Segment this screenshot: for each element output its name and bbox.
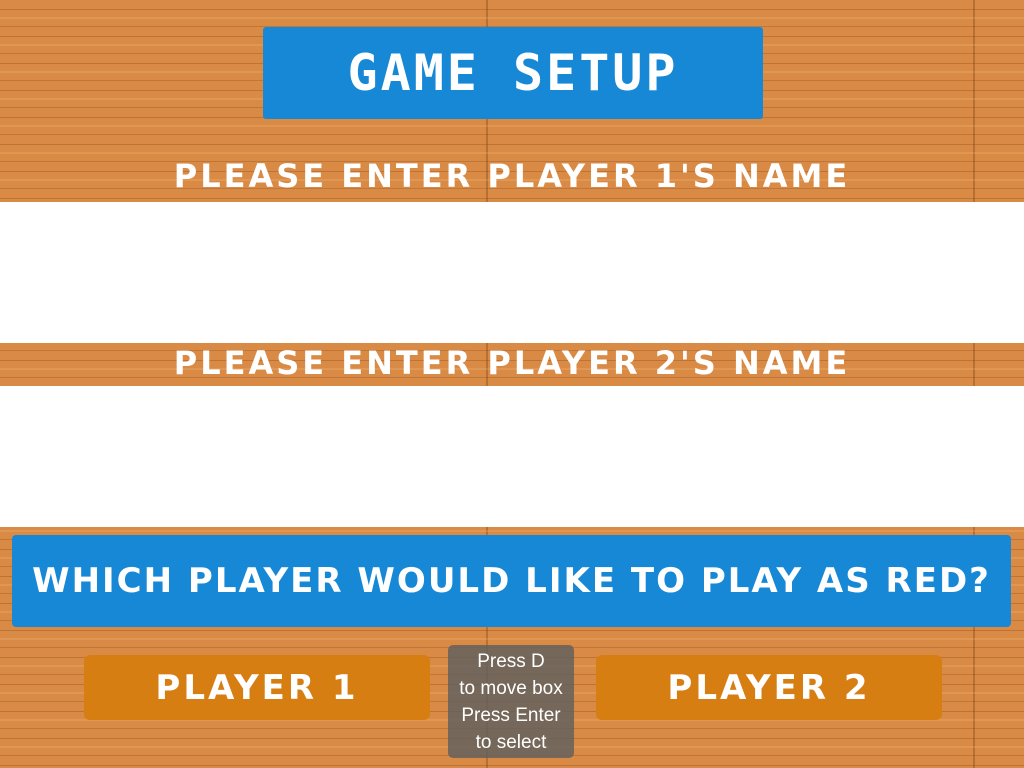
player2-button[interactable]: PLAYER 2 <box>596 655 942 720</box>
player1-button[interactable]: PLAYER 1 <box>84 655 430 720</box>
player2-name-input[interactable] <box>0 386 1024 527</box>
red-player-question: WHICH PLAYER WOULD LIKE TO PLAY AS RED? <box>32 561 991 601</box>
player1-name-input[interactable] <box>0 202 1024 343</box>
page-title: GAME SETUP <box>347 44 679 102</box>
player2-name-prompt: PLEASE ENTER PLAYER 2'S NAME <box>173 344 851 382</box>
title-banner: GAME SETUP <box>263 27 763 119</box>
hint-line-3: Press Enter <box>461 704 561 726</box>
player1-name-prompt: PLEASE ENTER PLAYER 1'S NAME <box>173 157 851 195</box>
red-player-question-banner: WHICH PLAYER WOULD LIKE TO PLAY AS RED? <box>12 535 1011 627</box>
controls-hint: Press D to move box Press Enter to selec… <box>448 645 574 758</box>
hint-line-2: to move box <box>459 677 563 699</box>
hint-line-4: to select <box>475 731 547 753</box>
hint-line-1: Press D <box>477 650 545 672</box>
